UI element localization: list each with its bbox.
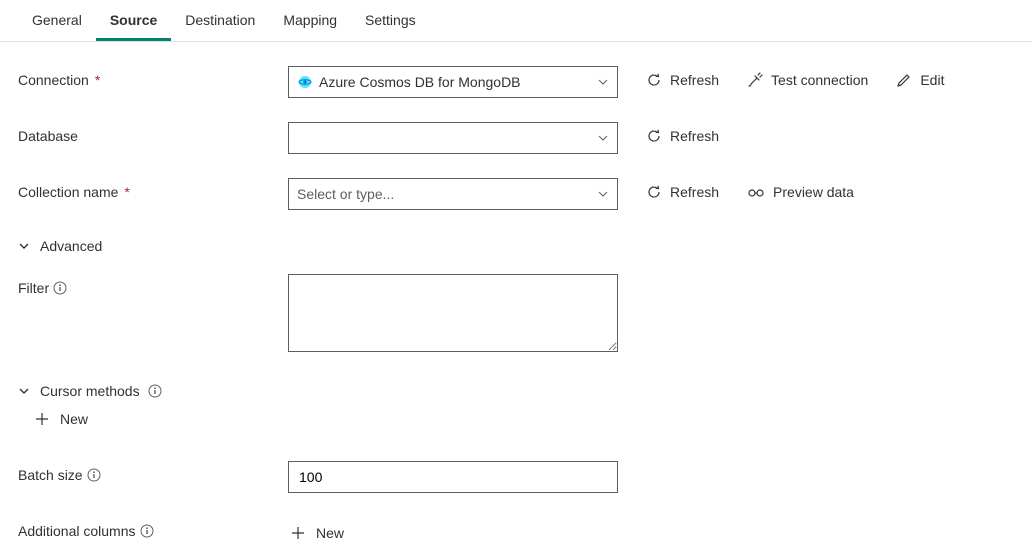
refresh-label: Refresh (670, 72, 719, 88)
row-additional-columns: Additional columns New (18, 517, 1014, 545)
batch-size-label-text: Batch size (18, 467, 83, 483)
edit-label: Edit (920, 72, 944, 88)
required-asterisk: * (124, 184, 129, 200)
cosmos-db-icon (297, 74, 313, 90)
row-filter: Filter (18, 274, 1014, 355)
tab-mapping[interactable]: Mapping (269, 0, 351, 41)
tab-general[interactable]: General (18, 0, 96, 41)
chevron-down-icon (597, 132, 609, 144)
chevron-down-icon (597, 188, 609, 200)
refresh-icon (646, 184, 662, 200)
database-select[interactable] (288, 122, 618, 154)
row-collection: Collection name * Select or type... Refr… (18, 178, 1014, 210)
tabs-bar: General Source Destination Mapping Setti… (0, 0, 1032, 42)
connection-select[interactable]: Azure Cosmos DB for MongoDB (288, 66, 618, 98)
glasses-icon (747, 185, 765, 199)
chevron-down-icon (18, 240, 32, 252)
pencil-icon (896, 72, 912, 88)
label-collection: Collection name * (18, 178, 288, 200)
collection-label-text: Collection name (18, 184, 118, 200)
row-batch-size: Batch size (18, 461, 1014, 493)
database-label-text: Database (18, 128, 78, 144)
info-icon[interactable] (148, 384, 162, 398)
preview-data-button[interactable]: Preview data (747, 184, 854, 200)
edit-connection-button[interactable]: Edit (896, 72, 944, 88)
additional-columns-label-text: Additional columns (18, 523, 136, 539)
refresh-label: Refresh (670, 128, 719, 144)
required-asterisk: * (95, 72, 100, 88)
refresh-label: Refresh (670, 184, 719, 200)
label-filter: Filter (18, 274, 288, 296)
refresh-connection-button[interactable]: Refresh (646, 72, 719, 88)
refresh-collection-button[interactable]: Refresh (646, 184, 719, 200)
tab-destination[interactable]: Destination (171, 0, 269, 41)
label-database: Database (18, 122, 288, 144)
batch-size-input[interactable] (288, 461, 618, 493)
new-label: New (316, 525, 344, 541)
refresh-icon (646, 72, 662, 88)
preview-data-label: Preview data (773, 184, 854, 200)
row-connection: Connection * Azure Cosmos DB for MongoDB… (18, 66, 1014, 98)
new-label: New (60, 411, 88, 427)
cursor-methods-label: Cursor methods (40, 383, 140, 399)
cursor-methods-new-button[interactable]: New (32, 407, 90, 431)
info-icon[interactable] (87, 468, 101, 482)
chevron-down-icon (18, 385, 32, 397)
row-database: Database Refresh (18, 122, 1014, 154)
label-connection: Connection * (18, 66, 288, 88)
advanced-label: Advanced (40, 238, 102, 254)
filter-label-text: Filter (18, 280, 49, 296)
plus-icon (34, 411, 50, 427)
additional-columns-new-button[interactable]: New (288, 521, 346, 545)
chevron-down-icon (597, 76, 609, 88)
test-connection-button[interactable]: Test connection (747, 72, 868, 88)
plus-icon (290, 525, 306, 541)
filter-textarea[interactable] (288, 274, 618, 352)
tab-source[interactable]: Source (96, 0, 171, 41)
cursor-methods-toggle[interactable]: Cursor methods (18, 383, 162, 399)
info-icon[interactable] (53, 281, 67, 295)
collection-placeholder: Select or type... (297, 186, 591, 202)
advanced-section-toggle[interactable]: Advanced (18, 238, 102, 254)
connection-value: Azure Cosmos DB for MongoDB (319, 74, 591, 90)
collection-select[interactable]: Select or type... (288, 178, 618, 210)
refresh-database-button[interactable]: Refresh (646, 128, 719, 144)
plug-icon (747, 72, 763, 88)
connection-label-text: Connection (18, 72, 89, 88)
label-additional-columns: Additional columns (18, 517, 288, 539)
test-connection-label: Test connection (771, 72, 868, 88)
refresh-icon (646, 128, 662, 144)
form-body: Connection * Azure Cosmos DB for MongoDB… (0, 42, 1032, 559)
info-icon[interactable] (140, 524, 154, 538)
tab-settings[interactable]: Settings (351, 0, 430, 41)
label-batch-size: Batch size (18, 461, 288, 483)
